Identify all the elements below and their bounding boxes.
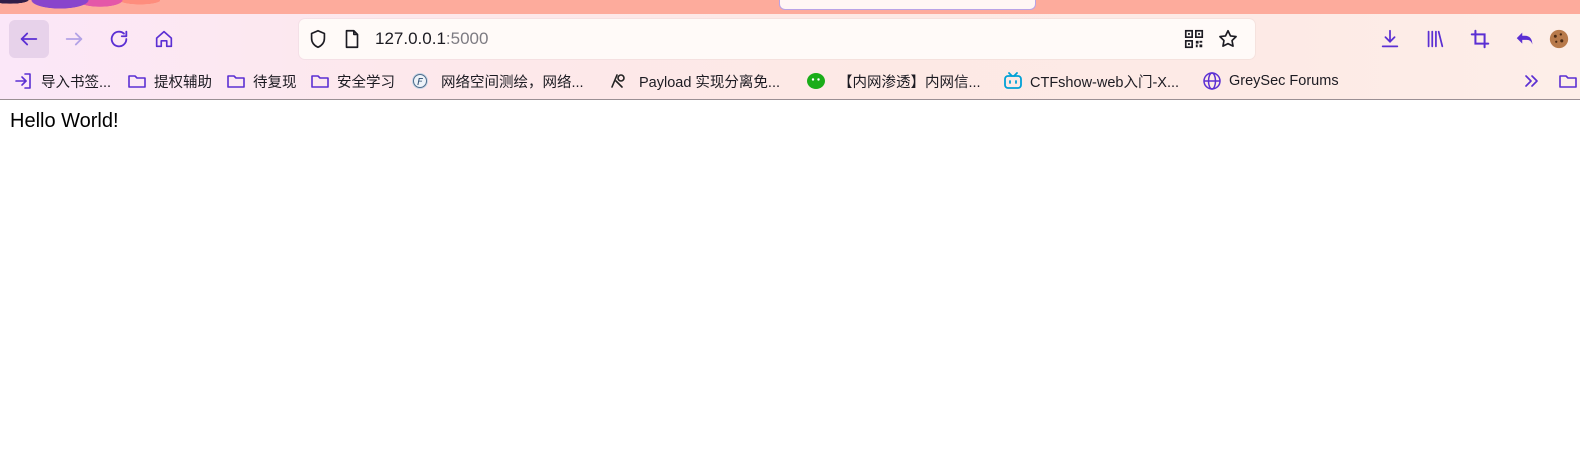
import-icon <box>14 71 34 91</box>
bookmark-label: 导入书签... <box>41 74 112 91</box>
shield-icon[interactable] <box>307 28 329 50</box>
bookmark-greysec[interactable]: GreySec Forums <box>1202 69 1339 93</box>
bookmark-label: CTFshow-web入门-X... <box>1030 74 1180 91</box>
reload-button[interactable] <box>99 20 139 58</box>
bookmark-folder[interactable]: 安全学习 <box>310 69 395 93</box>
bookmarks-toolbar: 导入书签... 提权辅助 待复现 安全学习 F 网络空间测绘，网络... Pay… <box>0 66 1580 98</box>
arrow-right-icon <box>65 32 83 46</box>
folder-icon <box>1558 71 1578 91</box>
browser-chrome: 127.0.0.1:5000 导入书签... 提权辅助 待复现 安全学习 F 网… <box>0 0 1580 99</box>
back-button[interactable] <box>9 20 49 58</box>
bookmark-label: GreySec Forums <box>1229 73 1339 89</box>
bookmark-fofa[interactable]: F 网络空间测绘，网络... <box>410 69 584 93</box>
reload-icon <box>110 30 128 48</box>
undo-button[interactable] <box>1505 20 1545 58</box>
screenshot-button[interactable] <box>1460 20 1500 58</box>
bookmark-folder[interactable]: 提权辅助 <box>127 69 212 93</box>
chevron-double-right-icon <box>1522 71 1542 91</box>
url-port: :5000 <box>445 29 489 48</box>
bookmark-label: Payload 实现分离免... <box>639 74 781 91</box>
globe-icon <box>1202 71 1222 91</box>
home-button[interactable] <box>144 20 184 58</box>
folder-icon <box>226 71 246 91</box>
wechat-icon <box>806 71 826 91</box>
fofa-icon: F <box>410 71 430 91</box>
page-icon[interactable] <box>341 28 363 50</box>
library-button[interactable] <box>1415 20 1455 58</box>
downloads-button[interactable] <box>1370 20 1410 58</box>
qr-code-icon[interactable] <box>1183 28 1205 50</box>
bilibili-icon <box>1003 71 1023 91</box>
star-icon[interactable] <box>1217 28 1239 50</box>
home-icon <box>155 30 173 48</box>
svg-text:F: F <box>417 77 423 88</box>
bookmark-label: 提权辅助 <box>154 74 212 91</box>
bookmark-label: 安全学习 <box>337 74 395 91</box>
library-icon <box>1427 30 1444 48</box>
cookie-icon <box>1549 29 1569 49</box>
chrome-divider <box>0 99 1580 100</box>
folder-icon <box>310 71 330 91</box>
url-host: 127.0.0.1 <box>375 29 446 48</box>
bookmark-import[interactable]: 导入书签... <box>14 69 111 93</box>
page-content: Hello World! <box>10 110 119 133</box>
arrow-left-icon <box>20 32 38 46</box>
forward-button[interactable] <box>54 20 94 58</box>
bookmark-label: 网络空间测绘，网络... <box>441 74 584 91</box>
extension-button[interactable] <box>1548 20 1580 58</box>
folder-icon <box>127 71 147 91</box>
bookmark-wechat[interactable]: 【内网渗透】内网信... <box>806 69 981 93</box>
site-icon <box>608 71 628 91</box>
url-bar[interactable]: 127.0.0.1:5000 <box>299 19 1255 59</box>
url-text[interactable]: 127.0.0.1:5000 <box>375 28 488 50</box>
crop-icon <box>1470 29 1490 49</box>
bookmark-label: 待复现 <box>253 74 297 91</box>
bookmark-bilibili[interactable]: CTFshow-web入门-X... <box>1003 69 1179 93</box>
bookmark-folder[interactable]: 待复现 <box>226 69 297 93</box>
bookmarks-overflow-button[interactable] <box>1522 69 1549 93</box>
active-tab[interactable] <box>779 0 1036 10</box>
other-bookmarks-folder[interactable] <box>1558 69 1580 93</box>
bookmark-label: 【内网渗透】内网信... <box>838 74 981 91</box>
undo-icon <box>1516 32 1533 45</box>
download-icon <box>1381 29 1399 48</box>
bookmark-payload[interactable]: Payload 实现分离免... <box>608 69 780 93</box>
hello-text: Hello World! <box>10 110 119 132</box>
